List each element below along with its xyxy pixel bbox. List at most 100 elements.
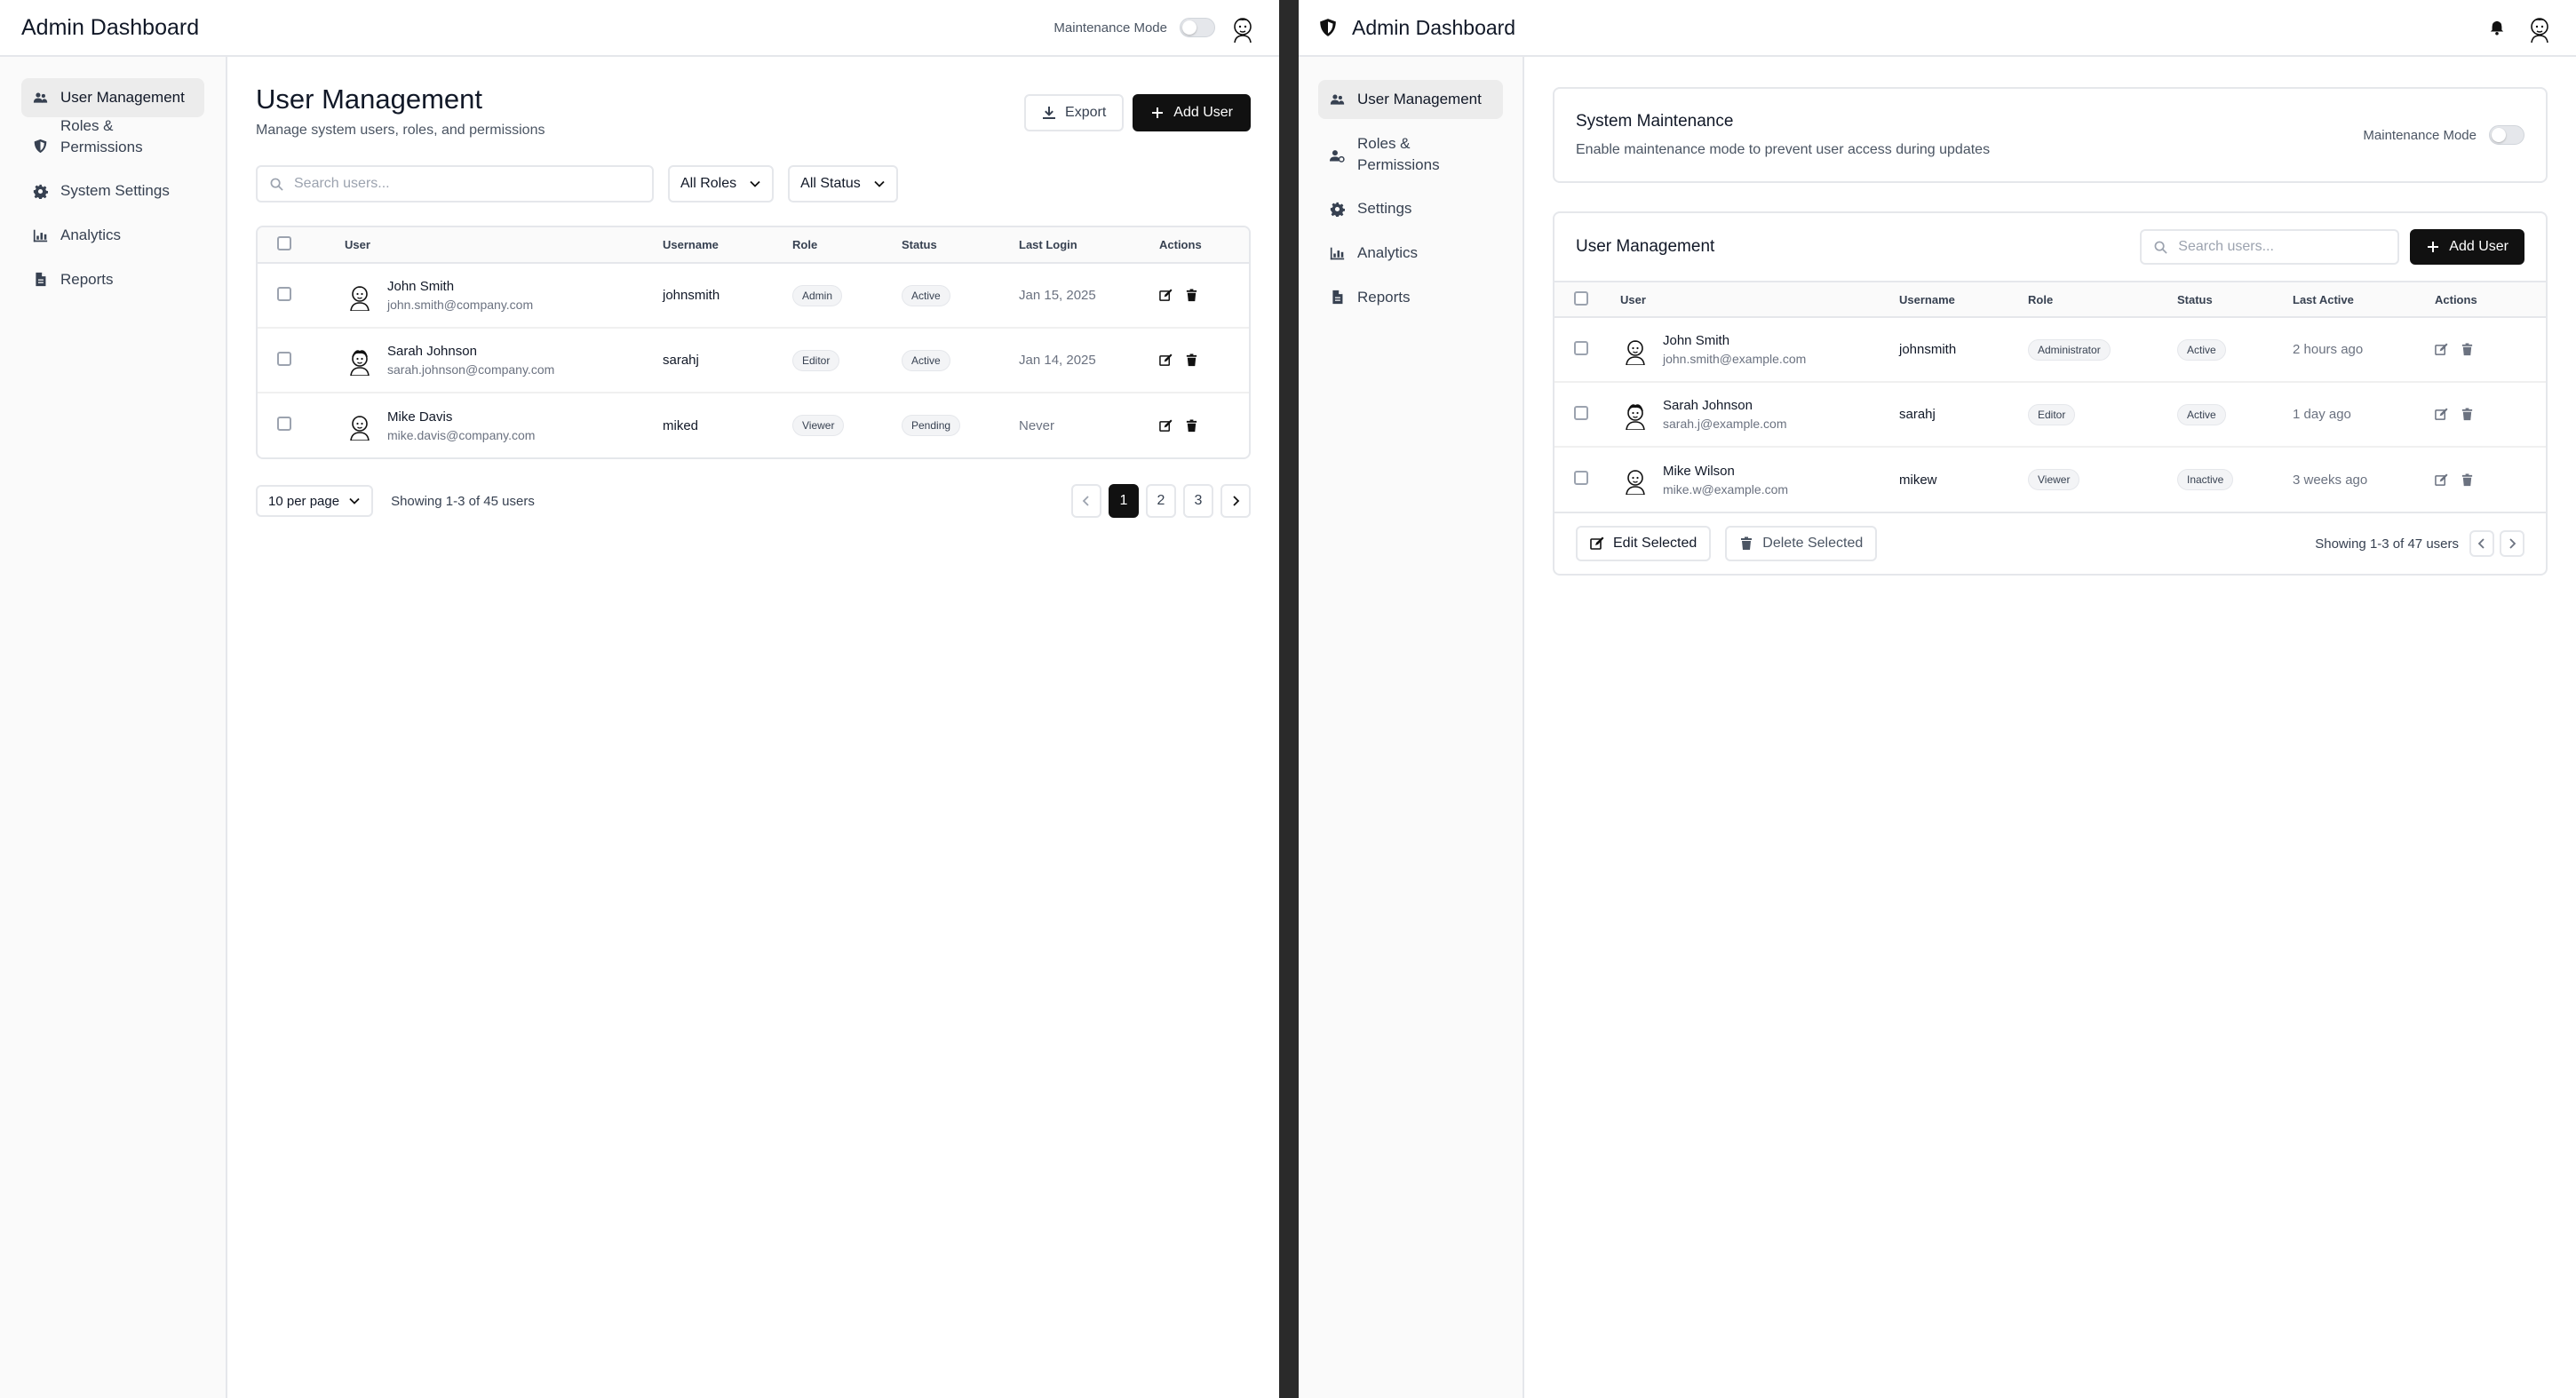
admin-window-left: Admin Dashboard Maintenance Mode User Ma…: [0, 0, 1279, 1398]
user-avatar[interactable]: [2524, 12, 2555, 43]
showing-count: Showing 1-3 of 45 users: [391, 493, 535, 509]
prev-page-button[interactable]: [2469, 530, 2494, 557]
per-page-select[interactable]: 10 per page: [256, 485, 374, 517]
next-page-button[interactable]: [1220, 484, 1251, 518]
avatar-icon: [1626, 470, 1645, 495]
pagination-bar: 10 per page Showing 1-3 of 45 users 1 2 …: [256, 484, 1251, 518]
select-all-checkbox[interactable]: [277, 236, 291, 250]
gear-icon: [1329, 201, 1345, 217]
maintenance-mode-toggle[interactable]: [1180, 18, 1215, 37]
table-row[interactable]: Mike Wilson mike.w@example.com mikew View…: [1554, 447, 2546, 512]
sidebar-item-system-settings[interactable]: System Settings: [21, 171, 204, 210]
sidebar-item-analytics[interactable]: Analytics: [1318, 234, 1503, 273]
edit-icon[interactable]: [2435, 408, 2448, 421]
table-row[interactable]: John Smith john.smith@example.com johnsmi…: [1554, 317, 2546, 383]
username-cell: miked: [663, 417, 699, 433]
edit-icon[interactable]: [2435, 343, 2448, 356]
sidebar-item-reports[interactable]: Reports: [21, 260, 204, 299]
row-checkbox[interactable]: [1574, 405, 1588, 420]
notification-bell-icon[interactable]: [2489, 20, 2505, 36]
page-button-3[interactable]: 3: [1183, 484, 1213, 518]
user-name: Sarah Johnson: [1663, 398, 1753, 413]
app-header: Admin Dashboard: [1299, 0, 2576, 57]
sidebar-item-roles-permissions[interactable]: Roles & Permissions: [1318, 124, 1503, 185]
trash-icon[interactable]: [2461, 343, 2474, 356]
column-header[interactable]: Status: [2177, 281, 2293, 318]
edit-icon[interactable]: [1159, 353, 1173, 367]
avatar-icon: [2531, 18, 2548, 43]
role-badge: Viewer: [792, 415, 845, 436]
sidebar-item-label: Analytics: [1357, 244, 1419, 262]
plus-icon: [1152, 107, 1164, 118]
column-header[interactable]: User: [1620, 281, 1899, 318]
column-header[interactable]: Role: [2028, 281, 2177, 318]
trash-icon[interactable]: [1185, 418, 1198, 433]
column-header[interactable]: Username: [1899, 281, 2028, 318]
edit-icon[interactable]: [1159, 289, 1173, 302]
user-email: mike.w@example.com: [1663, 481, 1789, 496]
column-header[interactable]: Status: [902, 227, 1019, 264]
row-checkbox[interactable]: [277, 351, 291, 366]
chevron-left-icon: [2477, 538, 2485, 549]
search-input[interactable]: Search users...: [2140, 229, 2400, 265]
plus-icon: [2428, 242, 2439, 252]
edit-selected-button[interactable]: Edit Selected: [1576, 526, 1712, 561]
user-name: Mike Wilson: [1663, 463, 1735, 479]
user-avatar[interactable]: [1228, 12, 1258, 43]
next-page-button[interactable]: [2500, 530, 2524, 557]
user-email: sarah.j@example.com: [1663, 417, 1787, 431]
trash-icon[interactable]: [1185, 353, 1198, 367]
column-header[interactable]: Last Login: [1019, 227, 1159, 264]
username-cell: johnsmith: [1899, 317, 2028, 383]
trash-icon[interactable]: [2461, 408, 2474, 421]
sidebar-item-user-management[interactable]: User Management: [21, 78, 204, 117]
system-maintenance-card: System Maintenance Enable maintenance mo…: [1553, 87, 2548, 183]
role-badge: Admin: [792, 284, 843, 306]
prev-page-button[interactable]: [1071, 484, 1101, 518]
row-checkbox[interactable]: [277, 286, 291, 301]
search-input[interactable]: Search users...: [256, 165, 654, 203]
row-checkbox[interactable]: [1574, 340, 1588, 355]
column-header[interactable]: User: [345, 227, 663, 264]
trash-icon[interactable]: [2461, 473, 2474, 487]
table-row[interactable]: Mike Davis mike.davis@company.com miked V…: [258, 393, 1249, 457]
export-button[interactable]: Export: [1024, 94, 1125, 131]
sidebar-item-roles-permissions[interactable]: Roles & Permissions: [21, 117, 204, 167]
shield-icon: [32, 138, 48, 154]
select-all-checkbox[interactable]: [1574, 290, 1588, 306]
column-header[interactable]: Last Active: [2293, 281, 2435, 318]
sidebar-item-user-management[interactable]: User Management: [1318, 80, 1503, 119]
users-table-card: User Username Role Status Last Login Act…: [256, 226, 1251, 459]
main-content: User Management Manage system users, rol…: [227, 57, 1279, 1398]
row-checkbox[interactable]: [1574, 471, 1588, 485]
file-icon: [1329, 290, 1345, 306]
page-button-2[interactable]: 2: [1146, 484, 1176, 518]
page-button-1[interactable]: 1: [1109, 484, 1139, 518]
sidebar-item-settings[interactable]: Settings: [1318, 189, 1503, 228]
role-filter-select[interactable]: All Roles: [668, 165, 775, 203]
table-row[interactable]: Sarah Johnson sarah.johnson@company.com s…: [258, 328, 1249, 393]
add-user-button[interactable]: Add User: [2410, 229, 2524, 265]
column-header[interactable]: Role: [792, 227, 902, 264]
column-header[interactable]: Username: [663, 227, 792, 264]
sidebar-item-label: User Management: [1357, 91, 1482, 107]
table-row[interactable]: John Smith john.smith@company.com johnsmi…: [258, 263, 1249, 329]
trash-icon[interactable]: [1185, 289, 1198, 302]
status-filter-select[interactable]: All Status: [788, 165, 898, 203]
last-active-cell: 3 weeks ago: [2293, 472, 2368, 488]
sidebar-item-analytics[interactable]: Analytics: [21, 216, 204, 255]
user-management-card: User Management Search users... Add User…: [1553, 211, 2548, 576]
maintenance-mode-toggle[interactable]: [2489, 125, 2524, 145]
edit-icon[interactable]: [2435, 473, 2448, 487]
delete-selected-button[interactable]: Delete Selected: [1725, 526, 1878, 561]
add-user-button[interactable]: Add User: [1133, 94, 1251, 131]
avatar: [1620, 400, 1650, 430]
table-row[interactable]: Sarah Johnson sarah.j@example.com sarahj …: [1554, 382, 2546, 448]
edit-icon[interactable]: [1159, 418, 1173, 433]
sidebar-item-reports[interactable]: Reports: [1318, 278, 1503, 317]
sidebar-item-label: User Management: [60, 89, 185, 106]
row-checkbox[interactable]: [277, 417, 291, 431]
user-email: john.smith@example.com: [1663, 352, 1807, 366]
search-icon: [270, 178, 283, 191]
username-cell: mikew: [1899, 472, 1937, 488]
